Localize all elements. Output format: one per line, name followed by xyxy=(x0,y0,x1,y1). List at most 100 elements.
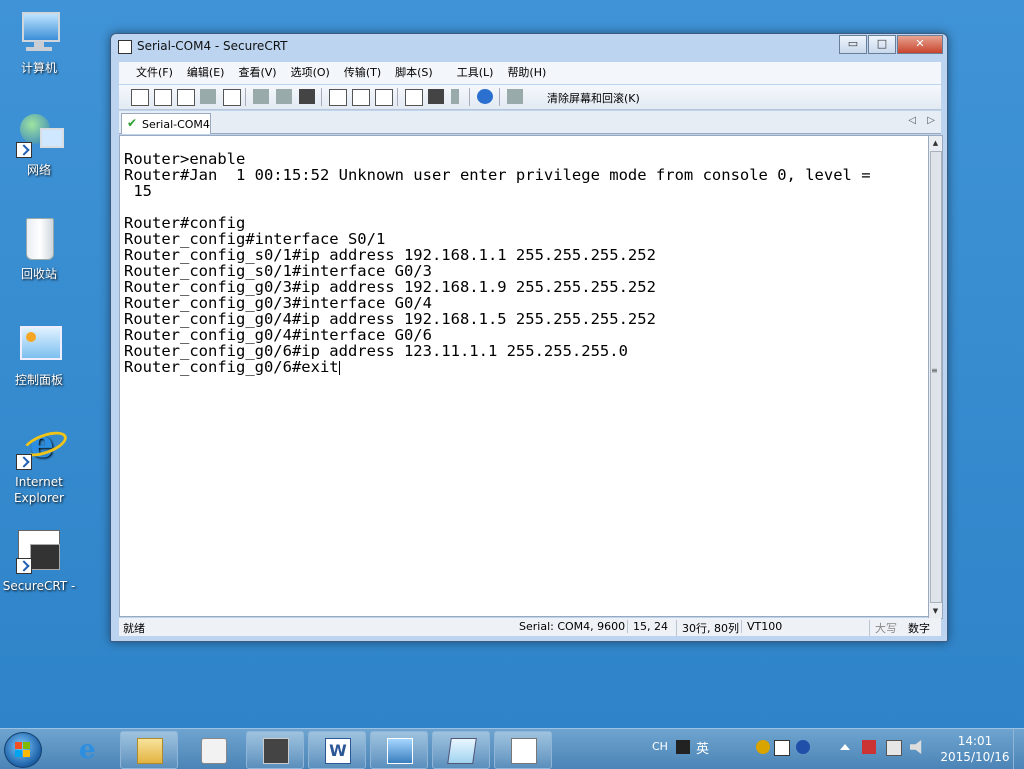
desktop-icon-internet-explorer[interactable]: e Internet Explorer xyxy=(1,424,77,506)
clock-date: 2015/10/16 xyxy=(940,750,1010,764)
quick-connect-icon[interactable] xyxy=(154,89,172,106)
status-bar: 就绪 Serial: COM4, 9600 15, 24 30行, 80列 VT… xyxy=(119,618,941,636)
menu-bar: 文件(F) 编辑(E) 查看(V) 选项(O) 传输(T) 脚本(S) 工具(L) 帮助(H) xyxy=(119,62,941,84)
keyboard-icon[interactable] xyxy=(774,740,790,756)
taskbar-internet-explorer[interactable]: e xyxy=(62,731,120,769)
menu-tools[interactable]: 工具(L) xyxy=(450,62,501,84)
taskbar-notepad[interactable] xyxy=(432,731,490,769)
taskbar-document[interactable] xyxy=(494,731,552,769)
desktop-icon-network[interactable]: 网络 xyxy=(1,112,77,178)
key-icon[interactable] xyxy=(451,89,459,104)
desktop-icon-recycle-bin[interactable]: 回收站 xyxy=(1,216,77,282)
notepad-icon xyxy=(447,738,477,764)
toolbar-separator xyxy=(397,88,398,106)
menu-edit[interactable]: 编辑(E) xyxy=(180,62,232,84)
volume-icon[interactable] xyxy=(910,740,922,754)
action-center-icon[interactable] xyxy=(862,740,876,754)
scroll-grip-icon: ≡ xyxy=(931,366,938,375)
help-icon[interactable] xyxy=(477,89,493,104)
internet-explorer-icon: e xyxy=(16,424,71,470)
terminal-line: Router_config#interface S0/1 xyxy=(124,230,386,248)
network-status-icon[interactable] xyxy=(886,740,902,756)
tab-serial-com4[interactable]: ✔ Serial-COM4 xyxy=(121,113,211,134)
system-clock[interactable]: 14:01 2015/10/16 xyxy=(930,733,1020,765)
ime-settings-icon[interactable] xyxy=(756,740,770,754)
recycle-bin-icon xyxy=(16,216,62,262)
toolbar: 清除屏幕和回滚(K) xyxy=(119,85,941,110)
ime-help-icon[interactable] xyxy=(796,740,810,754)
terminal-line: Router_config_g0/4#interface G0/6 xyxy=(124,326,432,344)
status-terminal-type: VT100 xyxy=(741,620,782,633)
desktop-icon-control-panel[interactable]: 控制面板 xyxy=(1,322,77,388)
shortcut-arrow-icon xyxy=(16,142,32,158)
terminal-line: Router_config_g0/4#ip address 192.168.1.… xyxy=(124,310,656,328)
print-screen-icon[interactable] xyxy=(329,89,347,106)
language-indicator[interactable]: CH xyxy=(652,740,668,753)
terminal-line: Router_config_s0/1#interface G0/3 xyxy=(124,262,432,280)
taskbar-securecrt[interactable] xyxy=(246,731,304,769)
find-icon[interactable] xyxy=(299,89,315,104)
taskbar-file-explorer[interactable] xyxy=(120,731,178,769)
toolbar-separator xyxy=(469,88,470,106)
reconnect-icon[interactable] xyxy=(200,89,216,104)
control-panel-icon xyxy=(16,322,62,368)
ime-mode[interactable]: 英 xyxy=(696,738,709,757)
securecrt-icon xyxy=(263,738,289,764)
terminal-line: Router>enable xyxy=(124,150,246,168)
print-selection-icon[interactable] xyxy=(352,89,370,106)
global-options-icon[interactable] xyxy=(428,89,444,104)
connect-tab-icon[interactable] xyxy=(177,89,195,106)
clear-screen-button[interactable]: 清除屏幕和回滚(K) xyxy=(547,90,640,106)
minimize-button[interactable]: ▭ xyxy=(839,35,867,54)
clock-time: 14:01 xyxy=(957,734,993,748)
desktop-icon-label: 回收站 xyxy=(20,267,57,281)
terminal-line: 15 xyxy=(124,182,152,200)
toolbar-separator xyxy=(321,88,322,106)
show-hidden-icons-icon[interactable] xyxy=(840,744,850,750)
paste-icon[interactable] xyxy=(276,89,292,104)
desktop-icon-computer[interactable]: 计算机 xyxy=(1,10,77,76)
status-terminal-size: 30行, 80列 xyxy=(676,620,739,636)
menu-options[interactable]: 选项(O) xyxy=(284,62,337,84)
show-desktop-button[interactable] xyxy=(1013,729,1024,769)
maximize-button[interactable]: □ xyxy=(868,35,896,54)
desktop-icon-label: SecureCRT - xyxy=(2,579,76,593)
securecrt-app-icon[interactable] xyxy=(118,40,132,54)
copy-icon[interactable] xyxy=(253,89,269,104)
ime-icon[interactable] xyxy=(676,740,690,754)
network-icon xyxy=(16,112,64,158)
menu-help[interactable]: 帮助(H) xyxy=(500,62,553,84)
scroll-up-icon[interactable]: ▲ xyxy=(929,136,942,150)
connect-icon[interactable] xyxy=(131,89,149,106)
session-options-icon[interactable] xyxy=(405,89,423,106)
menu-transfer[interactable]: 传输(T) xyxy=(337,62,388,84)
menu-view[interactable]: 查看(V) xyxy=(231,62,283,84)
taskbar-media-player[interactable] xyxy=(184,731,242,769)
terminal-line: Router#config xyxy=(124,214,246,232)
tab-next-icon[interactable]: ▷ xyxy=(927,115,935,126)
title-bar[interactable]: Serial-COM4 - SecureCRT ▭ □ ✕ xyxy=(111,34,947,60)
taskbar-image-viewer[interactable] xyxy=(370,731,428,769)
menu-file[interactable]: 文件(F) xyxy=(129,62,180,84)
vertical-scrollbar[interactable]: ▲ ≡ ▼ xyxy=(928,135,943,619)
status-ready: 就绪 xyxy=(123,622,145,635)
status-connection: Serial: COM4, 9600 xyxy=(519,620,626,633)
taskbar-word[interactable]: W xyxy=(308,731,366,769)
status-num-lock: 数字 xyxy=(908,622,930,635)
scroll-down-icon[interactable]: ▼ xyxy=(929,604,942,618)
clear-screen-icon[interactable] xyxy=(507,89,523,104)
terminal-line: Router_config_s0/1#ip address 192.168.1.… xyxy=(124,246,656,264)
toolbar-separator xyxy=(499,88,500,106)
terminal-area[interactable]: Router>enable Router#Jan 1 00:15:52 Unkno… xyxy=(119,135,930,617)
menu-script[interactable]: 脚本(S) xyxy=(388,62,440,84)
desktop-icon-securecrt[interactable]: SecureCRT - xyxy=(1,528,77,594)
disconnect-icon[interactable] xyxy=(223,89,241,106)
scroll-thumb[interactable] xyxy=(930,151,942,603)
tab-label: Serial-COM4 xyxy=(142,118,210,131)
close-button[interactable]: ✕ xyxy=(897,35,943,54)
check-icon: ✔ xyxy=(127,116,138,130)
start-button[interactable] xyxy=(4,732,42,768)
tab-prev-icon[interactable]: ◁ xyxy=(908,115,916,126)
print-icon[interactable] xyxy=(375,89,393,106)
desktop-icon-label: 控制面板 xyxy=(14,373,63,387)
